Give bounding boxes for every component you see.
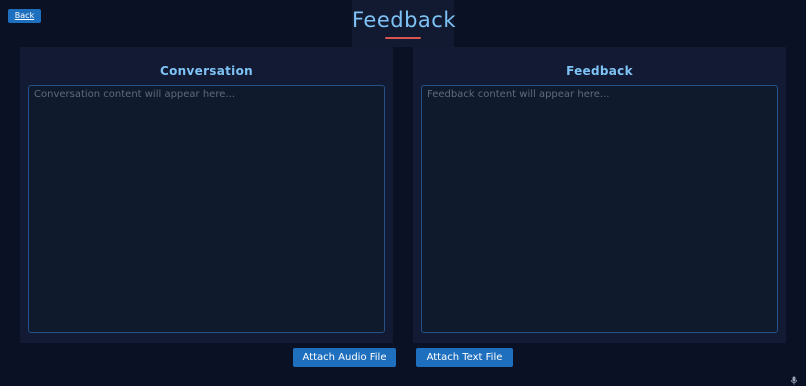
attach-audio-button[interactable]: Attach Audio File: [293, 348, 396, 367]
attach-text-button[interactable]: Attach Text File: [416, 348, 513, 367]
conversation-textarea[interactable]: Conversation content will appear here...: [28, 85, 385, 333]
microphone-icon: [791, 376, 797, 385]
feedback-panel: Feedback Feedback content will appear he…: [413, 47, 786, 343]
conversation-heading: Conversation: [160, 64, 253, 78]
page-title: Feedback: [352, 8, 457, 32]
feedback-textarea[interactable]: Feedback content will appear here...: [421, 85, 778, 333]
title-container: Feedback: [352, 0, 457, 47]
title-underline: [385, 37, 421, 39]
feedback-heading: Feedback: [566, 64, 633, 78]
feedback-page: Back Feedback Conversation Conversation …: [0, 0, 806, 386]
back-button[interactable]: Back: [8, 9, 41, 23]
conversation-panel: Conversation Conversation content will a…: [20, 47, 393, 343]
